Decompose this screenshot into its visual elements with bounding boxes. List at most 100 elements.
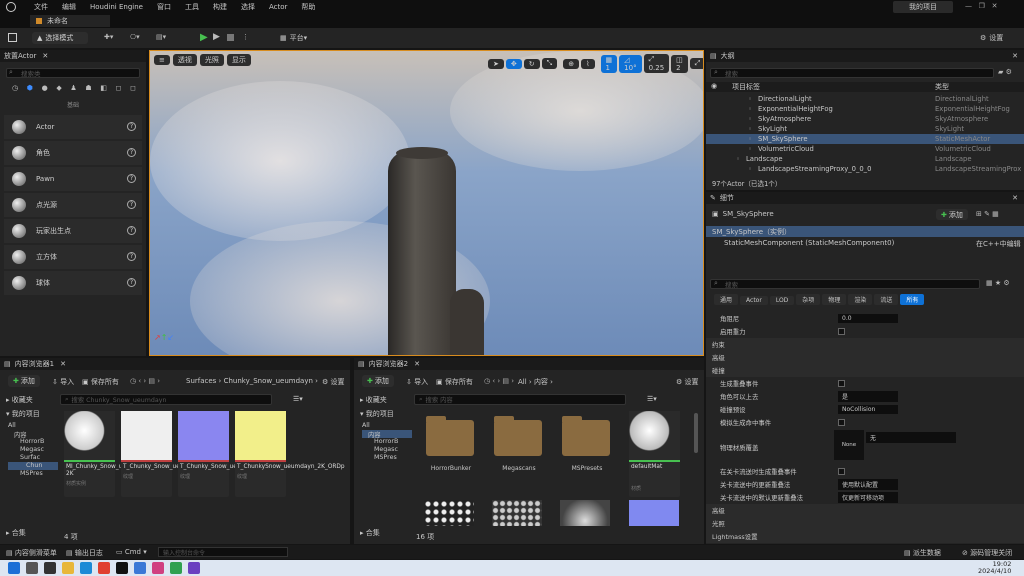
- output-log-button[interactable]: ▤ 输出日志: [66, 548, 103, 558]
- actor-list-item[interactable]: 角色?: [4, 141, 142, 165]
- sequence-icon[interactable]: ▤▾: [156, 33, 166, 41]
- texture-thumbnail[interactable]: [424, 500, 474, 526]
- property-value[interactable]: 使用默认配置: [838, 479, 898, 490]
- lighting-button[interactable]: 光照: [199, 54, 224, 66]
- view-options-icons[interactable]: ▦ ★ ⚙: [986, 279, 1010, 287]
- details-section-header[interactable]: 约束: [706, 338, 1024, 351]
- help-icon[interactable]: ?: [127, 174, 136, 183]
- scale-tool-icon[interactable]: ⤡: [541, 58, 558, 69]
- folder-item[interactable]: [494, 416, 542, 456]
- cb2-save-all-button[interactable]: ▣ 保存所有: [436, 377, 473, 387]
- blueprint-icon[interactable]: ⎔▾: [130, 33, 140, 41]
- menu-item[interactable]: 构建: [213, 2, 227, 12]
- help-icon[interactable]: ?: [127, 122, 136, 131]
- property-value[interactable]: 无: [866, 432, 956, 443]
- category-icons[interactable]: ◷ ⬢ ● ◆ ♟ ☗ ◧ ◻ ◻: [12, 84, 136, 92]
- create-icon[interactable]: ✚▾: [104, 33, 113, 41]
- tree-folder[interactable]: Megasc: [8, 446, 58, 454]
- tree-folder[interactable]: All: [362, 422, 412, 430]
- property-checkbox[interactable]: [838, 380, 845, 387]
- cb1-collections[interactable]: ▸ 合集: [6, 528, 26, 538]
- cb1-favorites[interactable]: ▸ 收藏夹: [6, 395, 33, 405]
- breadcrumb-item[interactable]: All: [518, 378, 527, 386]
- actor-list-item[interactable]: Actor?: [4, 115, 142, 139]
- folder-item[interactable]: [426, 416, 474, 456]
- settings-button[interactable]: ⚙ 设置: [980, 33, 1003, 43]
- source-control-button[interactable]: ⊘ 源码管理关闭: [962, 548, 1012, 558]
- actor-list-item[interactable]: 点光源?: [4, 193, 142, 217]
- outliner-row[interactable]: ◦ VolumetricCloud VolumetricCloud: [706, 144, 1024, 154]
- details-property-row[interactable]: 角阻尼 0.0: [706, 312, 1024, 325]
- cb2-settings-button[interactable]: ⚙ 设置: [676, 377, 699, 387]
- component-instance-row[interactable]: SM_SkySphere（实例）: [706, 226, 1024, 237]
- actor-list-item[interactable]: 球体?: [4, 271, 142, 295]
- show-button[interactable]: 显示: [226, 54, 251, 66]
- console-input[interactable]: 输入控制台命令: [158, 547, 288, 557]
- property-value[interactable]: 是: [838, 391, 898, 402]
- cb2-favorites[interactable]: ▸ 收藏夹: [360, 395, 387, 405]
- outliner-row[interactable]: ◦ Landscape Landscape: [706, 154, 1024, 164]
- asset-tile[interactable]: MI_Chunky_Snow_ueumda 2K 材质实例: [64, 411, 143, 497]
- cb2-import-button[interactable]: ⇩ 导入: [406, 377, 428, 387]
- step-icon[interactable]: ▶: [213, 32, 220, 42]
- details-property-row[interactable]: 角色可以上去 是: [706, 390, 1024, 403]
- cb2-add-button[interactable]: ✚ 添加: [362, 375, 394, 387]
- tab-level[interactable]: 未命名: [30, 15, 110, 27]
- tree-folder[interactable]: Surfac: [8, 454, 58, 462]
- tree-folder[interactable]: All: [8, 422, 58, 430]
- texture-thumbnail[interactable]: [492, 500, 542, 526]
- launch-options-icon[interactable]: ⋮: [242, 33, 249, 41]
- folder-item[interactable]: [562, 416, 610, 456]
- details-property-row[interactable]: 关卡流送中的默认更新重叠法 仅更新可移动项: [706, 491, 1024, 504]
- label-column-header[interactable]: 项目标签: [732, 82, 760, 92]
- details-property-row[interactable]: 生成重叠事件: [706, 377, 1024, 390]
- folder-add-icon[interactable]: ▰ ⚙: [998, 68, 1012, 76]
- filter-icon[interactable]: ☰▾: [647, 395, 657, 403]
- menu-item[interactable]: 工具: [185, 2, 199, 12]
- cb1-nav-icons[interactable]: ◷ ‹ › ▤ ›: [130, 377, 160, 385]
- tree-folder[interactable]: HorrorB: [362, 438, 412, 446]
- cb2-project[interactable]: ▾ 我的项目: [360, 409, 394, 419]
- asset-tile[interactable]: defaultMat 材质: [629, 411, 680, 497]
- property-checkbox[interactable]: [838, 468, 845, 475]
- edge-icon[interactable]: [80, 562, 92, 574]
- close-icon[interactable]: ✕: [42, 52, 48, 60]
- outliner-row[interactable]: ◦ SM_SkySphere StaticMeshActor: [706, 134, 1024, 144]
- file-explorer-icon[interactable]: [62, 562, 74, 574]
- menu-item[interactable]: 窗口: [157, 2, 171, 12]
- clock[interactable]: 19:02 2024/4/10: [978, 561, 1011, 575]
- asset-tile[interactable]: T_Chunky_Snow_ueumdayn_2K_D 纹理: [121, 411, 221, 497]
- platform-button[interactable]: ▦ 平台 ▾: [280, 33, 307, 43]
- details-property-row[interactable]: 模拟生成命中事件: [706, 416, 1024, 429]
- tree-folder[interactable]: MSPres: [8, 470, 58, 478]
- cb2-breadcrumb[interactable]: All › 内容 ›: [518, 377, 553, 387]
- grid-snap-button[interactable]: ▦ 1: [600, 54, 618, 73]
- cb1-save-all-button[interactable]: ▣ 保存所有: [82, 377, 119, 387]
- details-section-header[interactable]: 碰撞: [706, 364, 1024, 377]
- property-value[interactable]: 仅更新可移动项: [838, 492, 898, 503]
- scale-snap-button[interactable]: ⤢ 0.25: [643, 54, 670, 73]
- details-property-row[interactable]: 启用重力: [706, 325, 1024, 338]
- tree-folder[interactable]: 内容: [362, 430, 412, 438]
- menu-item[interactable]: 选择: [241, 2, 255, 12]
- play-icon[interactable]: ▶: [200, 32, 208, 43]
- unreal-logo-icon[interactable]: [6, 2, 16, 12]
- details-section-header[interactable]: Lightmass设置: [706, 530, 1024, 543]
- filter-chip[interactable]: 流送: [874, 294, 899, 305]
- search-icon[interactable]: [26, 562, 38, 574]
- app-icon[interactable]: [134, 562, 146, 574]
- select-mode-button[interactable]: ▲ 选择模式: [32, 32, 88, 44]
- tree-folder[interactable]: Megasc: [362, 446, 412, 454]
- select-tool-icon[interactable]: ➤: [488, 58, 504, 69]
- outliner-row[interactable]: ◦ LandscapeStreamingProxy_0_0_0 LandscapeS…: [706, 164, 1024, 174]
- texture-thumbnail[interactable]: [629, 500, 679, 526]
- filter-icon[interactable]: ☰▾: [293, 395, 303, 403]
- filter-chip[interactable]: 所有: [900, 294, 925, 305]
- derived-data-button[interactable]: ▤ 派生数据: [904, 548, 941, 558]
- maximize-viewport-icon[interactable]: ⤢: [689, 58, 703, 69]
- cb1-import-button[interactable]: ⇩ 导入: [52, 377, 74, 387]
- outliner-row[interactable]: ◦ DirectionalLight DirectionalLight: [706, 94, 1024, 104]
- tree-folder[interactable]: MSPres: [362, 454, 412, 462]
- scrollbar[interactable]: [694, 413, 698, 453]
- window-controls[interactable]: — ❐ ✕: [965, 2, 998, 10]
